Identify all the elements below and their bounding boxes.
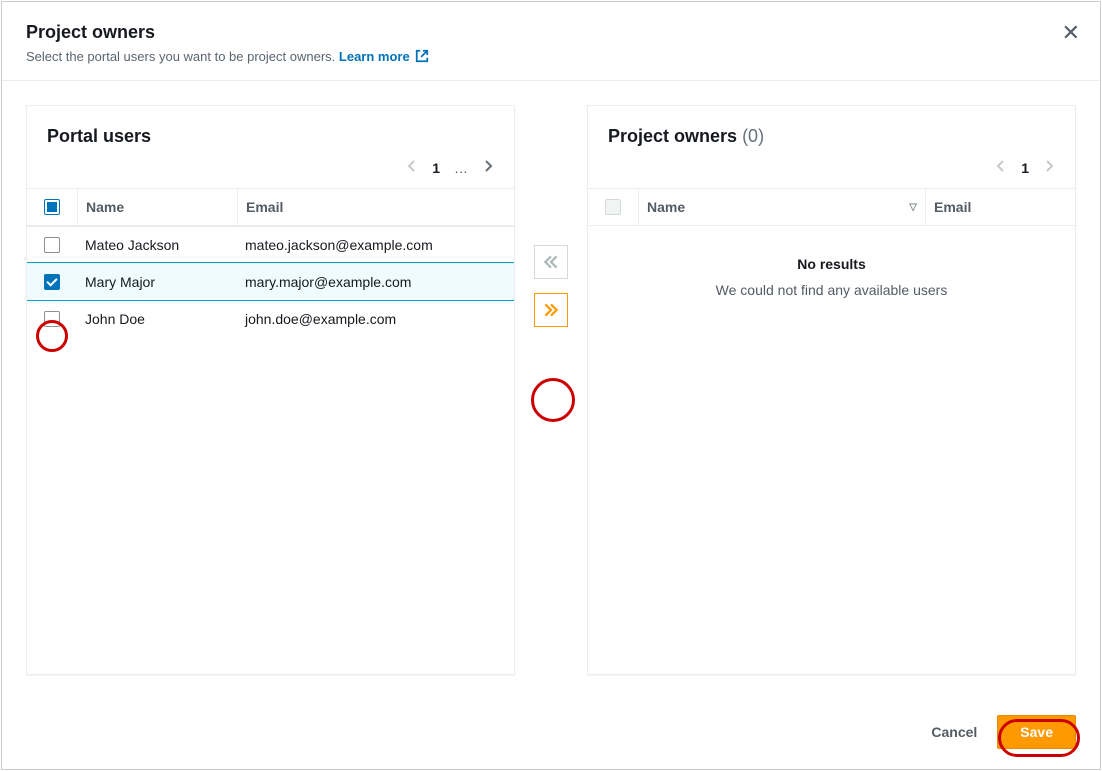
save-button[interactable]: Save [997, 715, 1076, 749]
row-name: Mary Major [77, 264, 237, 300]
table-row[interactable]: John Doejohn.doe@example.com [27, 300, 514, 337]
chevron-left-icon[interactable] [995, 159, 1007, 176]
project-owners-pager: 1 [588, 151, 1075, 188]
portal-users-rows: Mateo Jacksonmateo.jackson@example.comMa… [27, 226, 514, 674]
close-icon[interactable]: ✕ [1062, 22, 1080, 44]
portal-users-pager: 1 … [27, 151, 514, 188]
project-owners-panel: Project owners (0) 1 Name ▽ Emai [587, 105, 1076, 675]
dialog-header: Project owners Select the portal users y… [2, 2, 1100, 81]
column-email[interactable]: Email [237, 189, 514, 225]
table-row[interactable]: Mary Majormary.major@example.com [27, 263, 514, 300]
empty-state: No results We could not find any availab… [588, 226, 1075, 328]
portal-users-heading: Portal users [27, 106, 514, 151]
chevron-left-icon[interactable] [406, 159, 418, 176]
remove-owners-button[interactable] [534, 245, 568, 279]
portal-users-table-head: Name Email [27, 188, 514, 226]
chevron-right-icon[interactable] [1043, 159, 1055, 176]
chevron-right-icon[interactable] [482, 159, 494, 176]
column-email[interactable]: Email [925, 189, 1075, 225]
row-email: mary.major@example.com [237, 264, 514, 300]
project-owners-heading: Project owners (0) [588, 106, 1075, 151]
transfer-controls [527, 105, 575, 327]
learn-more-link[interactable]: Learn more [339, 49, 429, 64]
project-owners-table-head: Name ▽ Email [588, 188, 1075, 226]
select-all-checkbox[interactable] [44, 199, 60, 215]
row-checkbox[interactable] [44, 274, 60, 290]
column-name[interactable]: Name ▽ [638, 189, 925, 225]
dialog-footer: Cancel Save [2, 699, 1100, 769]
page-number: 1 [1021, 160, 1029, 176]
sort-icon: ▽ [909, 202, 917, 213]
dialog-title: Project owners [26, 22, 1076, 43]
project-owners-dialog: Project owners Select the portal users y… [1, 1, 1101, 770]
row-name: John Doe [77, 301, 237, 337]
column-name[interactable]: Name [77, 189, 237, 225]
row-email: mateo.jackson@example.com [237, 227, 514, 263]
select-all-checkbox[interactable] [605, 199, 621, 215]
portal-users-panel: Portal users 1 … Name Email Mateo Jackso… [26, 105, 515, 675]
dialog-subtitle: Select the portal users you want to be p… [26, 49, 1076, 64]
cancel-button[interactable]: Cancel [931, 724, 977, 740]
add-owners-button[interactable] [534, 293, 568, 327]
dialog-body: Portal users 1 … Name Email Mateo Jackso… [2, 81, 1100, 699]
row-checkbox[interactable] [44, 311, 60, 327]
project-owners-rows: No results We could not find any availab… [588, 226, 1075, 674]
empty-message: We could not find any available users [608, 282, 1055, 298]
page-ellipsis: … [454, 160, 468, 176]
row-checkbox[interactable] [44, 237, 60, 253]
external-link-icon [415, 49, 429, 63]
empty-title: No results [608, 256, 1055, 272]
row-email: john.doe@example.com [237, 301, 514, 337]
table-row[interactable]: Mateo Jacksonmateo.jackson@example.com [27, 226, 514, 263]
row-name: Mateo Jackson [77, 227, 237, 263]
page-number: 1 [432, 160, 440, 176]
